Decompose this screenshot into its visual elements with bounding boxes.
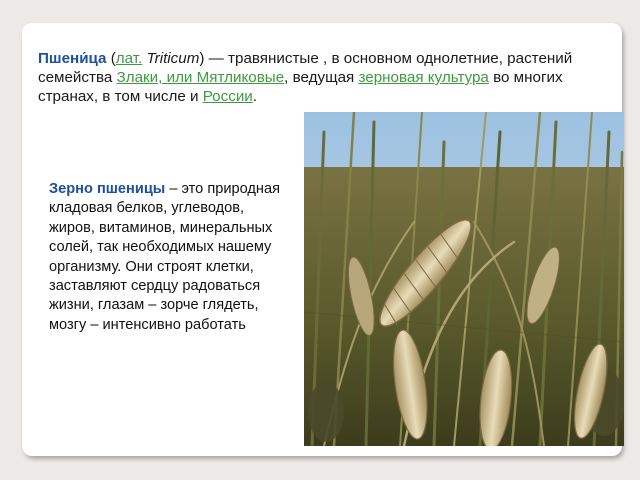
grain-text: – это природная кладовая белков, углевод… — [49, 181, 281, 333]
latin-name: Triticum — [146, 50, 200, 67]
intro-text: , ведущая — [284, 69, 359, 86]
family-link[interactable]: Злаки, или Мятликовые — [117, 69, 285, 86]
intro-text: ( — [106, 50, 116, 67]
intro-paragraph: Пшени́ца (лат. Triticum) — травянистые ,… — [38, 49, 608, 106]
grain-term: Зерно пшеницы — [49, 181, 166, 197]
intro-text: . — [252, 88, 258, 105]
crop-link[interactable]: зерновая культура — [358, 69, 488, 86]
russia-link[interactable]: России — [203, 88, 253, 105]
grain-paragraph: Зерно пшеницы – это природная кладовая б… — [49, 180, 289, 335]
lat-link[interactable]: лат. — [116, 50, 142, 67]
wheat-field-photo — [304, 112, 624, 446]
intro-term: Пшени́ца — [38, 50, 107, 67]
